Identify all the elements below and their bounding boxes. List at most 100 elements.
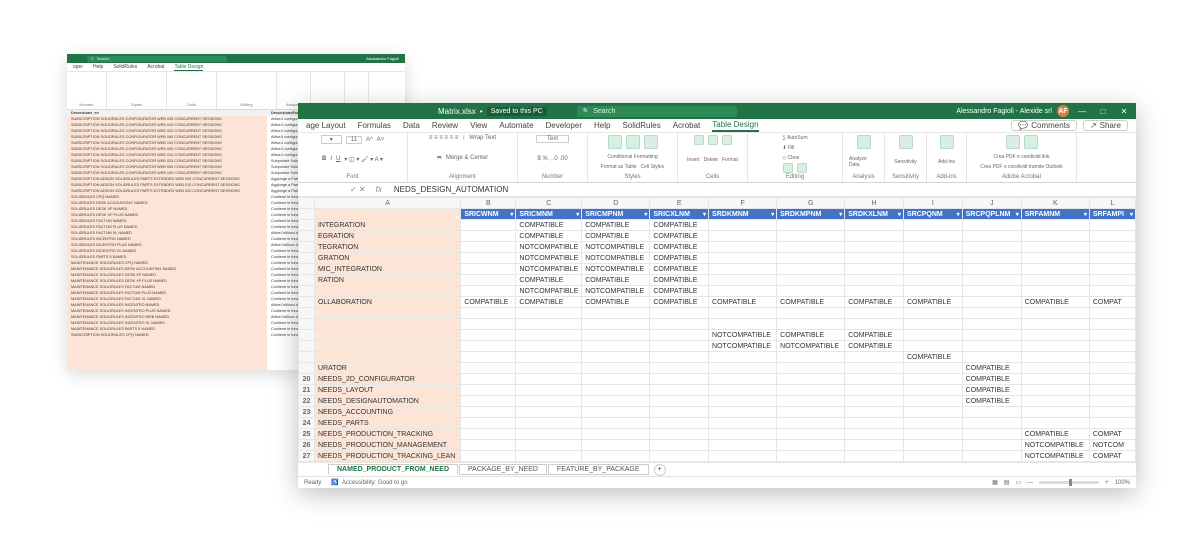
- cell[interactable]: COMPATIBLE: [845, 341, 904, 352]
- cell[interactable]: COMPAT: [1089, 429, 1135, 440]
- close-button[interactable]: ✕: [1116, 104, 1132, 118]
- cell[interactable]: [709, 286, 777, 297]
- find-select-icon[interactable]: [797, 163, 807, 173]
- cell[interactable]: [903, 363, 962, 374]
- user-avatar[interactable]: AF: [1057, 105, 1069, 117]
- fx-icon[interactable]: fx: [370, 185, 388, 194]
- cell[interactable]: [709, 462, 777, 463]
- cell[interactable]: [1089, 462, 1135, 463]
- tab[interactable]: Acrobat: [673, 121, 701, 130]
- worksheet-grid[interactable]: ABCDEFGHIJKLSRICWNMSRICMNMSRICMPNMSRICXL…: [298, 197, 1136, 462]
- cell[interactable]: [903, 220, 962, 231]
- cell[interactable]: [709, 231, 777, 242]
- cell[interactable]: [903, 440, 962, 451]
- cell[interactable]: [1089, 231, 1135, 242]
- cell[interactable]: COMPATIBLE: [582, 231, 650, 242]
- row-header[interactable]: [299, 308, 315, 319]
- cell[interactable]: NOTCOMPATIBLE: [582, 242, 650, 253]
- cell[interactable]: COMPATIBLE: [903, 352, 962, 363]
- cell[interactable]: [650, 440, 709, 451]
- cell[interactable]: MIC_INTEGRATION: [314, 264, 460, 275]
- cell[interactable]: [777, 407, 845, 418]
- cell[interactable]: TEGRATION: [314, 242, 460, 253]
- cell[interactable]: [1089, 330, 1135, 341]
- cell[interactable]: [903, 286, 962, 297]
- cell[interactable]: [845, 374, 904, 385]
- cell[interactable]: [845, 451, 904, 462]
- cell[interactable]: [777, 264, 845, 275]
- cell[interactable]: [1021, 275, 1089, 286]
- cell[interactable]: [1089, 407, 1135, 418]
- cell[interactable]: [962, 319, 1021, 330]
- cell[interactable]: [962, 330, 1021, 341]
- cell[interactable]: [650, 407, 709, 418]
- insert-icon[interactable]: [694, 135, 704, 145]
- cell[interactable]: [709, 352, 777, 363]
- tab[interactable]: Formulas: [358, 121, 391, 130]
- cell[interactable]: [650, 330, 709, 341]
- cell[interactable]: [314, 352, 460, 363]
- cell[interactable]: [516, 451, 582, 462]
- column-header[interactable]: B: [461, 198, 516, 209]
- cell[interactable]: [582, 385, 650, 396]
- column-header[interactable]: H: [845, 198, 904, 209]
- cell[interactable]: [516, 363, 582, 374]
- cell[interactable]: [777, 363, 845, 374]
- cell[interactable]: [1089, 374, 1135, 385]
- table-header[interactable]: SRFAMNM: [1021, 209, 1089, 220]
- cell[interactable]: [709, 319, 777, 330]
- tab[interactable]: View: [470, 121, 487, 130]
- cell[interactable]: [582, 319, 650, 330]
- cell[interactable]: [516, 352, 582, 363]
- cell[interactable]: [314, 319, 460, 330]
- row-header[interactable]: 21: [299, 385, 315, 396]
- cell[interactable]: [709, 418, 777, 429]
- table-header[interactable]: SRFAMPI: [1089, 209, 1135, 220]
- cell[interactable]: [1021, 330, 1089, 341]
- cell[interactable]: [582, 429, 650, 440]
- cell[interactable]: [962, 231, 1021, 242]
- cell[interactable]: [845, 418, 904, 429]
- cell[interactable]: [709, 374, 777, 385]
- cell[interactable]: [516, 385, 582, 396]
- cell[interactable]: COMPATIBLE: [962, 363, 1021, 374]
- cell[interactable]: [1089, 286, 1135, 297]
- cell[interactable]: COMPATIBLE: [650, 264, 709, 275]
- cell[interactable]: [461, 264, 516, 275]
- cell[interactable]: [903, 429, 962, 440]
- cell[interactable]: [777, 374, 845, 385]
- cell[interactable]: [903, 275, 962, 286]
- cell[interactable]: [1021, 264, 1089, 275]
- cell[interactable]: [845, 264, 904, 275]
- list-item[interactable]: SUBSCRIPTION SOLIDRULES CPQ NAMED: [67, 332, 267, 338]
- cell[interactable]: COMPATIBLE: [582, 297, 650, 308]
- cell[interactable]: [962, 429, 1021, 440]
- view-break-icon[interactable]: ▭: [1015, 479, 1021, 486]
- cell[interactable]: [962, 352, 1021, 363]
- delete-icon[interactable]: [708, 135, 718, 145]
- cell[interactable]: [777, 418, 845, 429]
- cell[interactable]: [1089, 253, 1135, 264]
- cell[interactable]: [903, 396, 962, 407]
- row-header[interactable]: 24: [299, 418, 315, 429]
- cell[interactable]: [461, 440, 516, 451]
- cell[interactable]: [314, 330, 460, 341]
- cell[interactable]: [461, 330, 516, 341]
- cell[interactable]: [582, 440, 650, 451]
- view-normal-icon[interactable]: ▦: [992, 479, 998, 486]
- cell[interactable]: [461, 462, 516, 463]
- row-header[interactable]: [299, 264, 315, 275]
- cell[interactable]: [461, 253, 516, 264]
- cell[interactable]: [582, 418, 650, 429]
- cell[interactable]: [314, 341, 460, 352]
- cell[interactable]: [461, 242, 516, 253]
- cell[interactable]: [903, 418, 962, 429]
- cell[interactable]: NOTCOMPATIBLE: [709, 330, 777, 341]
- row-header[interactable]: [299, 242, 315, 253]
- row-header[interactable]: [299, 297, 315, 308]
- cell[interactable]: COMPATIBLE: [650, 253, 709, 264]
- cell[interactable]: [903, 407, 962, 418]
- cell[interactable]: [1089, 352, 1135, 363]
- cell[interactable]: [1089, 308, 1135, 319]
- cell[interactable]: NOTCOMPATIBLE: [709, 341, 777, 352]
